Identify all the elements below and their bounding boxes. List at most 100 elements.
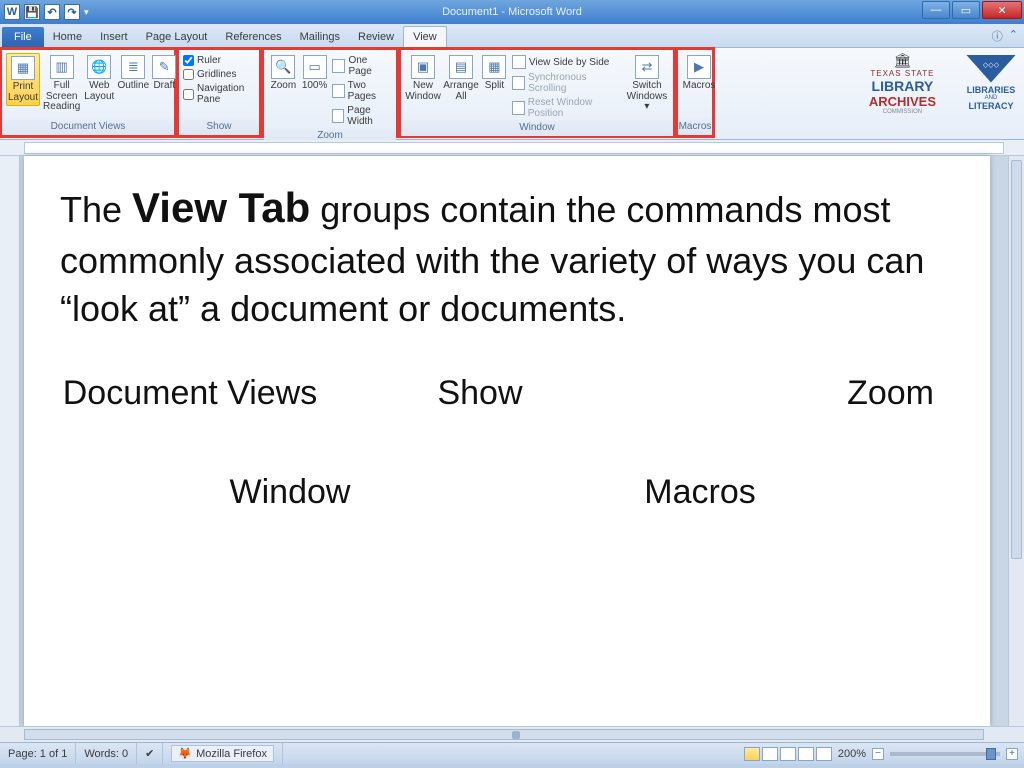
side-by-side-label: View Side by Side bbox=[529, 57, 609, 68]
diamond-icon: ◇◇◇ bbox=[966, 55, 1016, 83]
label-document-views: Document Views bbox=[60, 374, 320, 413]
split-icon: ▦ bbox=[482, 55, 506, 79]
tab-insert[interactable]: Insert bbox=[91, 27, 137, 47]
full-screen-shortcut-icon[interactable] bbox=[762, 747, 778, 761]
minimize-ribbon-icon[interactable]: ⌃ bbox=[1009, 28, 1018, 44]
split-label: Split bbox=[485, 81, 504, 92]
outline-icon: ≣ bbox=[121, 55, 145, 79]
new-window-button[interactable]: ▣ New Window bbox=[405, 53, 441, 104]
zoom-percent[interactable]: 200% bbox=[838, 748, 866, 760]
logo-texas-state: TEXAS STATE bbox=[869, 69, 936, 78]
tab-references[interactable]: References bbox=[216, 27, 290, 47]
zoom-label: Zoom bbox=[271, 81, 297, 92]
logo-archives: ARCHIVES bbox=[869, 94, 936, 109]
draft-label: Draft bbox=[153, 81, 175, 92]
view-side-by-side-button[interactable]: View Side by Side bbox=[510, 54, 623, 70]
tab-home[interactable]: Home bbox=[44, 27, 91, 47]
tab-review[interactable]: Review bbox=[349, 27, 403, 47]
close-button[interactable]: ✕ bbox=[982, 1, 1022, 19]
logo-libraries: LIBRARIES bbox=[966, 85, 1016, 95]
save-icon[interactable]: 💾 bbox=[24, 4, 40, 20]
nav-pane-checkbox[interactable]: Navigation Pane bbox=[183, 83, 255, 105]
firefox-icon: 🦊 bbox=[178, 747, 192, 760]
scroll-thumb[interactable] bbox=[1011, 160, 1022, 559]
draft-button[interactable]: ✎ Draft bbox=[151, 53, 177, 94]
web-layout-shortcut-icon[interactable] bbox=[780, 747, 796, 761]
split-button[interactable]: ▦ Split bbox=[481, 53, 508, 94]
vertical-scrollbar[interactable] bbox=[1008, 156, 1024, 726]
tab-view[interactable]: View bbox=[403, 26, 447, 48]
minimize-button[interactable]: — bbox=[922, 1, 950, 19]
nav-pane-label: Navigation Pane bbox=[197, 83, 255, 105]
one-page-icon bbox=[332, 59, 345, 73]
web-layout-label: Web Layout bbox=[84, 81, 114, 102]
page-width-button[interactable]: Page Width bbox=[330, 104, 392, 128]
library-archives-logo: 🏛 TEXAS STATE LIBRARY ARCHIVES COMMISSIO… bbox=[869, 52, 936, 115]
zoom-out-button[interactable]: − bbox=[872, 748, 884, 760]
file-tab[interactable]: File bbox=[2, 27, 44, 47]
ruler-checkbox[interactable]: Ruler bbox=[183, 55, 255, 66]
full-screen-reading-button[interactable]: ▥ Full Screen Reading bbox=[42, 53, 81, 115]
draft-shortcut-icon[interactable] bbox=[816, 747, 832, 761]
word-count[interactable]: Words: 0 bbox=[76, 743, 137, 764]
group-macros: ▶ Macros Macros bbox=[675, 47, 715, 138]
qat-customize-icon[interactable]: ▾ bbox=[84, 7, 89, 18]
document-workspace: The View Tab groups contain the commands… bbox=[0, 156, 1024, 726]
split-handle-icon[interactable] bbox=[512, 731, 520, 739]
logo-literacy: LITERACY bbox=[966, 101, 1016, 111]
two-pages-button[interactable]: Two Pages bbox=[330, 79, 392, 103]
print-layout-shortcut-icon[interactable] bbox=[744, 747, 760, 761]
reset-pos-icon bbox=[512, 101, 525, 115]
zoom-100-button[interactable]: ▭ 100% bbox=[301, 53, 329, 94]
taskbar-firefox[interactable]: 🦊Mozilla Firefox bbox=[171, 745, 274, 762]
one-page-button[interactable]: One Page bbox=[330, 54, 392, 78]
help-icon[interactable]: ⓘ bbox=[992, 28, 1003, 44]
full-screen-label: Full Screen Reading bbox=[43, 81, 80, 113]
arrange-all-button[interactable]: ▤ Arrange All bbox=[443, 53, 479, 104]
libraries-literacy-logo: ◇◇◇ LIBRARIES AND LITERACY bbox=[966, 57, 1016, 111]
page-indicator[interactable]: Page: 1 of 1 bbox=[0, 743, 76, 764]
zoom-button[interactable]: 🔍 Zoom bbox=[268, 53, 299, 94]
outline-button[interactable]: ≣ Outline bbox=[117, 53, 149, 94]
switch-windows-label: Switch Windows ▾ bbox=[626, 81, 668, 113]
undo-icon[interactable]: ↶ bbox=[44, 4, 60, 20]
redo-icon[interactable]: ↷ bbox=[64, 4, 80, 20]
intro-paragraph: The View Tab groups contain the commands… bbox=[60, 180, 954, 334]
group-show: Ruler Gridlines Navigation Pane Show bbox=[176, 47, 262, 138]
horizontal-ruler[interactable] bbox=[0, 140, 1024, 156]
tab-mailings[interactable]: Mailings bbox=[291, 27, 349, 47]
zoom-in-button[interactable]: + bbox=[1006, 748, 1018, 760]
view-shortcut-icons bbox=[744, 747, 832, 761]
sync-scrolling-button: Synchronous Scrolling bbox=[510, 71, 623, 95]
macros-button[interactable]: ▶ Macros bbox=[682, 53, 716, 94]
logo-commission: COMMISSION bbox=[869, 109, 936, 115]
group-window: ▣ New Window ▤ Arrange All ▦ Split View … bbox=[398, 47, 676, 138]
zoom-slider-knob[interactable] bbox=[986, 748, 996, 760]
horizontal-scrollbar[interactable] bbox=[0, 726, 1024, 742]
switch-windows-button[interactable]: ⇄ Switch Windows ▾ bbox=[625, 53, 669, 115]
proofing-icon[interactable]: ✔ bbox=[137, 743, 163, 764]
outline-shortcut-icon[interactable] bbox=[798, 747, 814, 761]
reset-window-pos-button: Reset Window Position bbox=[510, 96, 623, 120]
maximize-button[interactable]: ▭ bbox=[952, 1, 980, 19]
document-page[interactable]: The View Tab groups contain the commands… bbox=[24, 156, 990, 726]
magnifier-icon: 🔍 bbox=[271, 55, 295, 79]
word-app-icon[interactable]: W bbox=[4, 4, 20, 20]
outline-label: Outline bbox=[117, 81, 149, 92]
zoom-slider[interactable] bbox=[890, 752, 1000, 756]
page-icon: ▦ bbox=[11, 56, 35, 80]
web-layout-button[interactable]: 🌐 Web Layout bbox=[83, 53, 115, 104]
logo-library: LIBRARY bbox=[869, 78, 936, 94]
globe-icon: 🌐 bbox=[87, 55, 111, 79]
print-layout-button[interactable]: ▦ Print Layout bbox=[6, 53, 40, 106]
label-window: Window bbox=[60, 473, 520, 512]
tab-page-layout[interactable]: Page Layout bbox=[137, 27, 217, 47]
print-layout-label: Print Layout bbox=[8, 82, 38, 103]
group-zoom: 🔍 Zoom ▭ 100% One Page Two Pages Page Wi… bbox=[261, 47, 399, 138]
page-100-icon: ▭ bbox=[303, 55, 327, 79]
switch-windows-icon: ⇄ bbox=[635, 55, 659, 79]
vertical-ruler[interactable] bbox=[0, 156, 20, 726]
gridlines-checkbox[interactable]: Gridlines bbox=[183, 69, 255, 80]
two-pages-label: Two Pages bbox=[348, 80, 390, 102]
status-bar: Page: 1 of 1 Words: 0 ✔ 🦊Mozilla Firefox… bbox=[0, 742, 1024, 764]
